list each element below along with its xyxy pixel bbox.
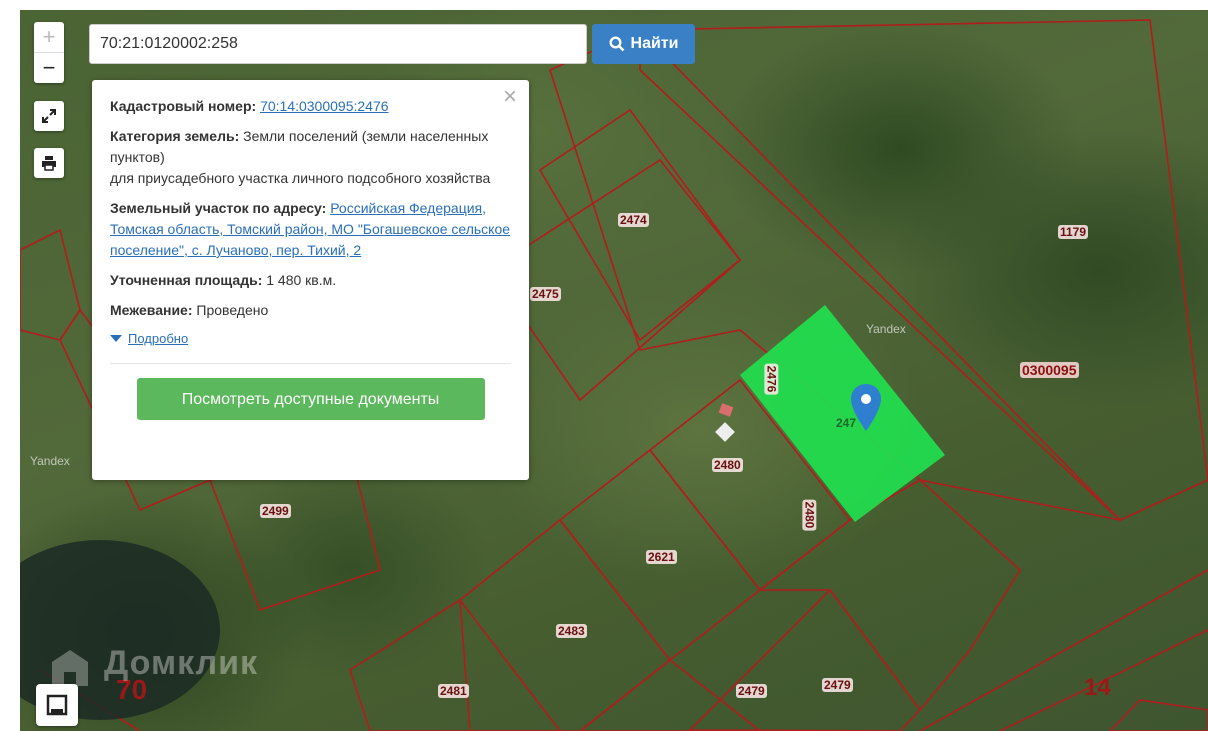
zoom-control: + − <box>34 22 64 83</box>
print-button[interactable] <box>34 148 64 178</box>
view-documents-button[interactable]: Посмотреть доступные документы <box>136 378 485 420</box>
cadastral-link[interactable]: 70:14:0300095:2476 <box>260 98 388 114</box>
divider <box>110 363 511 364</box>
map-layer-icon <box>46 694 68 716</box>
plot-label-2621: 2621 <box>646 550 677 564</box>
zoom-out-button[interactable]: − <box>34 53 64 83</box>
yandex-watermark-left: Yandex <box>30 454 70 468</box>
survey-label: Межевание: <box>110 302 193 318</box>
category-usage: для приусадебного участка личного подсоб… <box>110 170 491 186</box>
printer-icon <box>42 156 56 171</box>
yandex-watermark: Yandex <box>866 322 906 336</box>
district-label: 14 <box>1084 674 1111 701</box>
address-row: Земельный участок по адресу: Российская … <box>110 198 511 261</box>
survey-value: Проведено <box>196 302 269 318</box>
area-row: Уточненная площадь: 1 480 кв.м. <box>110 270 511 291</box>
area-value: 1 480 кв.м. <box>266 272 337 288</box>
plot-label-2475: 2475 <box>530 287 561 301</box>
plot-label-2483: 2483 <box>556 624 587 638</box>
cadastral-label: Кадастровый номер: <box>110 98 257 114</box>
category-row: Категория земель: Земли поселений (земли… <box>110 126 511 189</box>
category-label: Категория земель: <box>110 128 240 144</box>
plot-label-2480: 2480 <box>712 458 743 472</box>
layers-button[interactable] <box>36 684 78 726</box>
fullscreen-button[interactable] <box>34 101 64 131</box>
quarter-label: 0300095 <box>1020 362 1079 378</box>
plot-label-2481: 2481 <box>438 684 469 698</box>
details-label: Подробно <box>128 331 189 346</box>
plot-label-2474: 2474 <box>618 213 649 227</box>
find-button-label: Найти <box>630 35 679 52</box>
plot-label-2499: 2499 <box>260 504 291 518</box>
search-input[interactable] <box>89 24 587 64</box>
survey-row: Межевание: Проведено <box>110 300 511 321</box>
details-toggle[interactable]: Подробно <box>110 328 511 349</box>
plot-label-2476: 2476 <box>764 363 779 395</box>
find-button[interactable]: Найти <box>592 24 695 64</box>
close-icon[interactable]: × <box>503 85 517 109</box>
plot-label-2479-b: 2479 <box>822 678 853 692</box>
plot-label-2480-vertical: 2480 <box>802 499 817 531</box>
domclick-watermark: Домклик <box>104 644 259 682</box>
search-icon <box>609 36 624 52</box>
plot-label-1179: 1179 <box>1058 225 1089 239</box>
plot-label-2479: 2479 <box>736 684 767 698</box>
parcel-info-popup: × Кадастровый номер: 70:14:0300095:2476 … <box>92 80 529 480</box>
area-label: Уточненная площадь: <box>110 272 263 288</box>
address-label: Земельный участок по адресу: <box>110 200 327 216</box>
expand-icon <box>42 109 56 123</box>
location-pin-icon[interactable] <box>850 383 882 433</box>
triangle-down-icon <box>110 335 122 342</box>
cadastral-row: Кадастровый номер: 70:14:0300095:2476 <box>110 96 511 117</box>
zoom-in-button[interactable]: + <box>34 22 64 53</box>
